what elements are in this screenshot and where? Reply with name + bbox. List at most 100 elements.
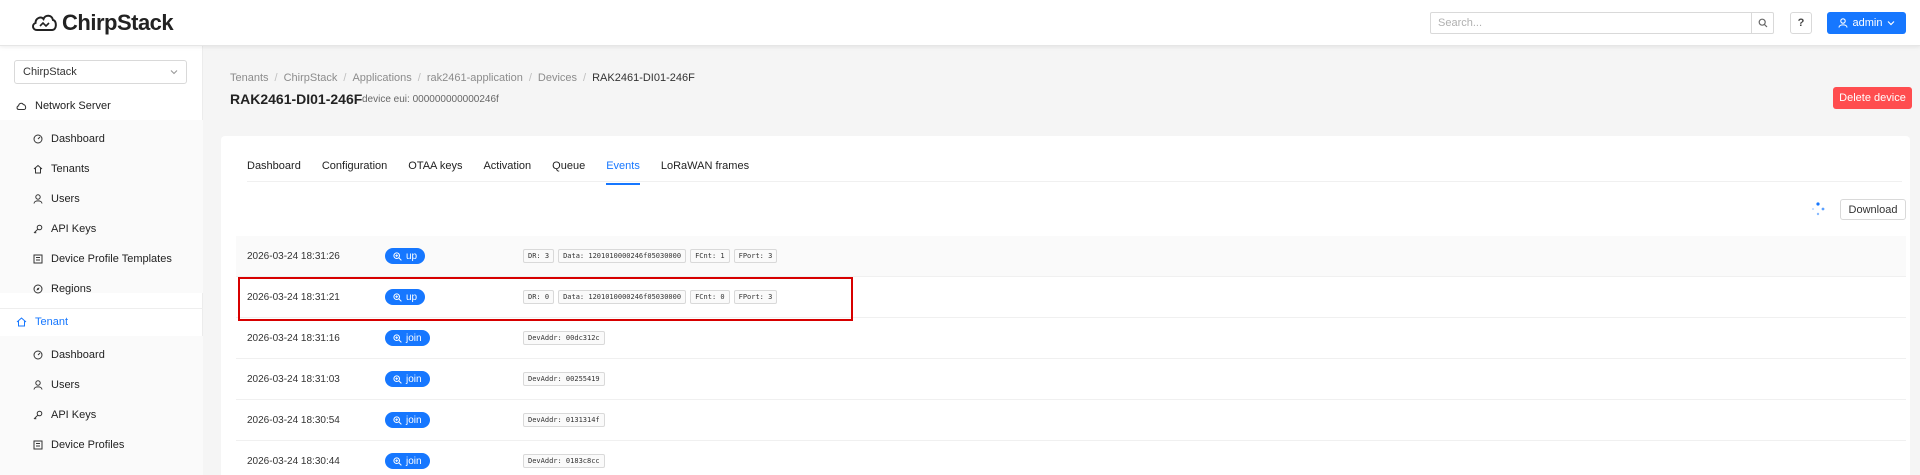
menu-tenant[interactable]: Tenant (0, 308, 203, 336)
event-row[interactable]: 2026-03-24 18:31:16 join DevAddr: 00dc31… (236, 318, 1906, 359)
event-tag: DevAddr: 0131314f (523, 413, 605, 427)
breadcrumb-separator: / (417, 72, 421, 84)
sidebar-item-device-profile-templates[interactable]: Device Profile Templates (0, 245, 203, 273)
sidebar-item-users[interactable]: Users (0, 185, 203, 213)
sidebar-item-regions[interactable]: Regions (0, 275, 203, 303)
event-tags: DevAddr: 00dc312c (523, 331, 605, 345)
sidebar-item-device-profiles[interactable]: Device Profiles (0, 431, 203, 459)
event-row[interactable]: 2026-03-24 18:31:21 up DR: 0 Data: 12010… (236, 277, 1906, 318)
sidebar-item-label: Users (51, 193, 80, 205)
sidebar-item-label: Tenants (51, 163, 90, 175)
event-time: 2026-03-24 18:31:16 (247, 332, 340, 344)
event-row[interactable]: 2026-03-24 18:31:03 join DevAddr: 002554… (236, 359, 1906, 400)
event-time: 2026-03-24 18:30:44 (247, 455, 340, 467)
breadcrumb-application[interactable]: rak2461-application (427, 72, 523, 84)
event-type-label: join (406, 373, 422, 385)
sidebar-item-label: API Keys (51, 223, 97, 235)
loading-spinner-icon (1811, 202, 1825, 216)
event-tag: DevAddr: 00255419 (523, 372, 605, 386)
event-row[interactable]: 2026-03-24 18:31:26 up DR: 3 Data: 12010… (236, 236, 1906, 277)
zoom-in-icon (393, 374, 402, 384)
zoom-in-icon (393, 333, 402, 343)
profile-icon (33, 440, 43, 450)
sidebar-item-label: Dashboard (51, 133, 105, 145)
user-menu-button[interactable]: admin (1827, 12, 1906, 34)
dashboard-icon (33, 134, 43, 144)
dashboard-icon (33, 350, 43, 360)
event-type-button[interactable]: join (385, 412, 430, 428)
help-label: ? (1797, 17, 1805, 29)
event-tag: FCnt: 1 (690, 249, 730, 263)
breadcrumb-tenant[interactable]: ChirpStack (284, 72, 338, 84)
sidebar-item-label: Device Profiles (51, 439, 125, 451)
profile-template-icon (33, 254, 43, 264)
tab-lorawan-frames[interactable]: LoRaWAN frames (661, 154, 749, 181)
event-type-button[interactable]: up (385, 248, 426, 264)
sidebar-item-tenants[interactable]: Tenants (0, 155, 203, 183)
download-button[interactable]: Download (1840, 199, 1906, 220)
user-name: admin (1852, 17, 1883, 29)
tenant-select[interactable]: ChirpStack (14, 60, 187, 84)
cloud-icon (16, 101, 27, 111)
zoom-in-icon (393, 415, 402, 425)
help-button[interactable]: ? (1790, 12, 1812, 34)
breadcrumb-current-device: RAK2461-DI01-246F (592, 72, 695, 84)
menu-network-server[interactable]: Network Server (0, 92, 203, 120)
sidebar-item-api-keys[interactable]: API Keys (0, 215, 203, 243)
sidebar-item-tenant-api-keys[interactable]: API Keys (0, 401, 203, 429)
chevron-down-icon (1887, 20, 1895, 26)
search-button[interactable] (1751, 12, 1774, 34)
device-tabs: Dashboard Configuration OTAA keys Activa… (247, 154, 1902, 185)
tab-activation[interactable]: Activation (483, 154, 531, 181)
breadcrumb-separator: / (583, 72, 587, 84)
user-icon (1837, 18, 1848, 28)
sidebar-item-label: Regions (51, 283, 92, 295)
event-type-label: join (406, 332, 422, 344)
zoom-in-icon (393, 456, 402, 466)
tenant-select-value: ChirpStack (23, 66, 77, 78)
event-type-button[interactable]: join (385, 330, 430, 346)
user-icon (33, 194, 43, 204)
event-time: 2026-03-24 18:31:03 (247, 373, 340, 385)
delete-device-button[interactable]: Delete device (1833, 87, 1912, 109)
tab-dashboard[interactable]: Dashboard (247, 154, 301, 181)
event-tag: FPort: 3 (733, 290, 778, 304)
brand-name: ChirpStack (62, 10, 174, 35)
tab-otaa-keys[interactable]: OTAA keys (408, 154, 462, 181)
sidebar-item-tenant-dashboard[interactable]: Dashboard (0, 341, 203, 369)
sidebar-item-label: Users (51, 379, 80, 391)
event-time: 2026-03-24 18:30:54 (247, 414, 340, 426)
breadcrumb-tenants[interactable]: Tenants (230, 72, 269, 84)
search-icon (1758, 18, 1768, 28)
event-type-label: join (406, 455, 422, 467)
event-row[interactable]: 2026-03-24 18:30:44 join DevAddr: 0183c8… (236, 441, 1906, 475)
event-tags: DR: 0 Data: 1201010000246f05030000 FCnt:… (523, 290, 778, 304)
breadcrumb-separator: / (528, 72, 532, 84)
breadcrumb-applications[interactable]: Applications (352, 72, 411, 84)
event-tags: DevAddr: 00255419 (523, 372, 605, 386)
cloud-logo-icon (30, 11, 58, 35)
events-list: 2026-03-24 18:31:26 up DR: 3 Data: 12010… (236, 236, 1906, 475)
sidebar-item-ns-dashboard[interactable]: Dashboard (0, 125, 203, 153)
event-tag: Data: 1201010000246f05030000 (558, 290, 687, 304)
tab-configuration[interactable]: Configuration (322, 154, 387, 181)
key-icon (33, 410, 43, 420)
tab-queue[interactable]: Queue (552, 154, 585, 181)
key-icon (33, 224, 43, 234)
breadcrumb-devices[interactable]: Devices (538, 72, 577, 84)
event-type-button[interactable]: join (385, 371, 430, 387)
sidebar-item-label: Device Profile Templates (51, 253, 172, 265)
sidebar-item-label: Dashboard (51, 349, 105, 361)
event-tag: Data: 1201010000246f05030000 (558, 249, 687, 263)
event-tag: FPort: 3 (733, 249, 778, 263)
chirpstack-logo[interactable]: ChirpStack (30, 10, 174, 36)
event-tags: DevAddr: 0183c8cc (523, 454, 605, 468)
event-type-button[interactable]: up (385, 289, 426, 305)
sidebar-item-tenant-users[interactable]: Users (0, 371, 203, 399)
tab-events[interactable]: Events (606, 154, 640, 185)
breadcrumb: Tenants / ChirpStack / Applications / ra… (230, 72, 695, 84)
event-row[interactable]: 2026-03-24 18:30:54 join DevAddr: 013131… (236, 400, 1906, 441)
event-tag: DevAddr: 00dc312c (523, 331, 605, 345)
event-type-button[interactable]: join (385, 453, 430, 469)
search-input[interactable] (1430, 12, 1752, 34)
